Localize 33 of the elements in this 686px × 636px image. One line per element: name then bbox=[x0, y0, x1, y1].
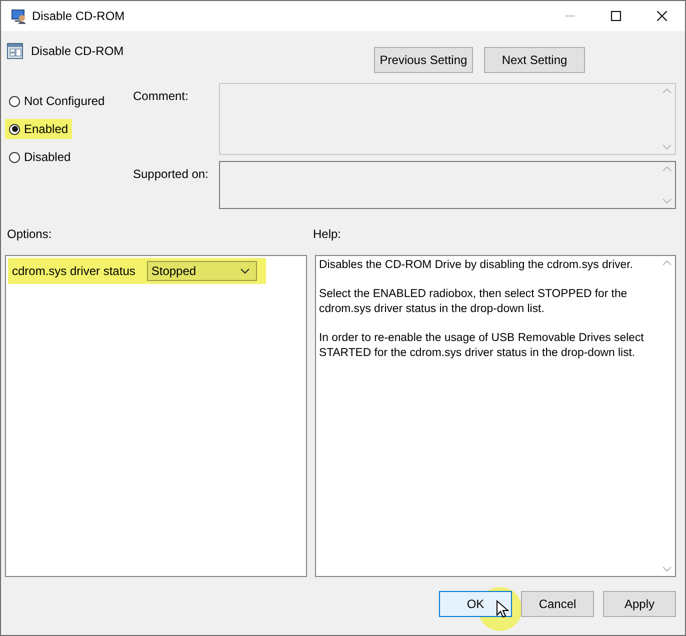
scroll-up-icon bbox=[662, 166, 672, 172]
mouse-pointer-icon bbox=[496, 600, 509, 618]
radio-option[interactable]: Enabled bbox=[5, 119, 72, 139]
help-paragraph: In order to re-enable the usage of USB Removable Drives select STARTED for the cdrom.sys driver status in the drop-down list. bbox=[319, 331, 645, 361]
scroll-up-icon bbox=[662, 260, 672, 266]
scroll-up-icon bbox=[662, 88, 672, 94]
ok-button[interactable]: OK bbox=[439, 591, 512, 617]
help-paragraph: Disables the CD-ROM Drive by disabling the cdrom.sys driver. bbox=[319, 258, 634, 273]
computer-user-icon bbox=[10, 8, 26, 24]
radio-option[interactable]: Disabled bbox=[5, 147, 75, 167]
cancel-button[interactable]: Cancel bbox=[521, 591, 594, 617]
supported-on-label: Supported on: bbox=[133, 166, 210, 183]
radio-option[interactable]: Not Configured bbox=[5, 91, 109, 111]
policy-title: Disable CD-ROM bbox=[31, 43, 124, 58]
previous-setting-button[interactable]: Previous Setting bbox=[374, 47, 473, 73]
apply-button[interactable]: Apply bbox=[603, 591, 676, 617]
chevron-down-icon bbox=[240, 268, 250, 274]
policy-icon bbox=[7, 43, 23, 59]
options-label: Options: bbox=[6, 227, 53, 243]
comment-label: Comment: bbox=[133, 88, 190, 105]
option-label: cdrom.sys driver status bbox=[12, 264, 136, 278]
status-dropdown[interactable]: Stopped bbox=[147, 261, 258, 281]
dropdown-value: Stopped bbox=[151, 264, 196, 278]
maximize-icon bbox=[611, 11, 621, 21]
scroll-down-icon bbox=[662, 144, 672, 150]
help-label: Help: bbox=[313, 227, 342, 243]
comment-field[interactable] bbox=[219, 83, 676, 155]
close-icon bbox=[657, 11, 667, 21]
help-paragraph: Select the ENABLED radiobox, then select STOPPED for the cdrom.sys driver status in the drop-down list. bbox=[319, 287, 628, 317]
scroll-down-icon bbox=[662, 566, 672, 572]
scroll-down-icon bbox=[662, 198, 672, 204]
window-title: Disable CD-ROM bbox=[32, 9, 126, 23]
next-setting-button[interactable]: Next Setting bbox=[484, 47, 585, 73]
